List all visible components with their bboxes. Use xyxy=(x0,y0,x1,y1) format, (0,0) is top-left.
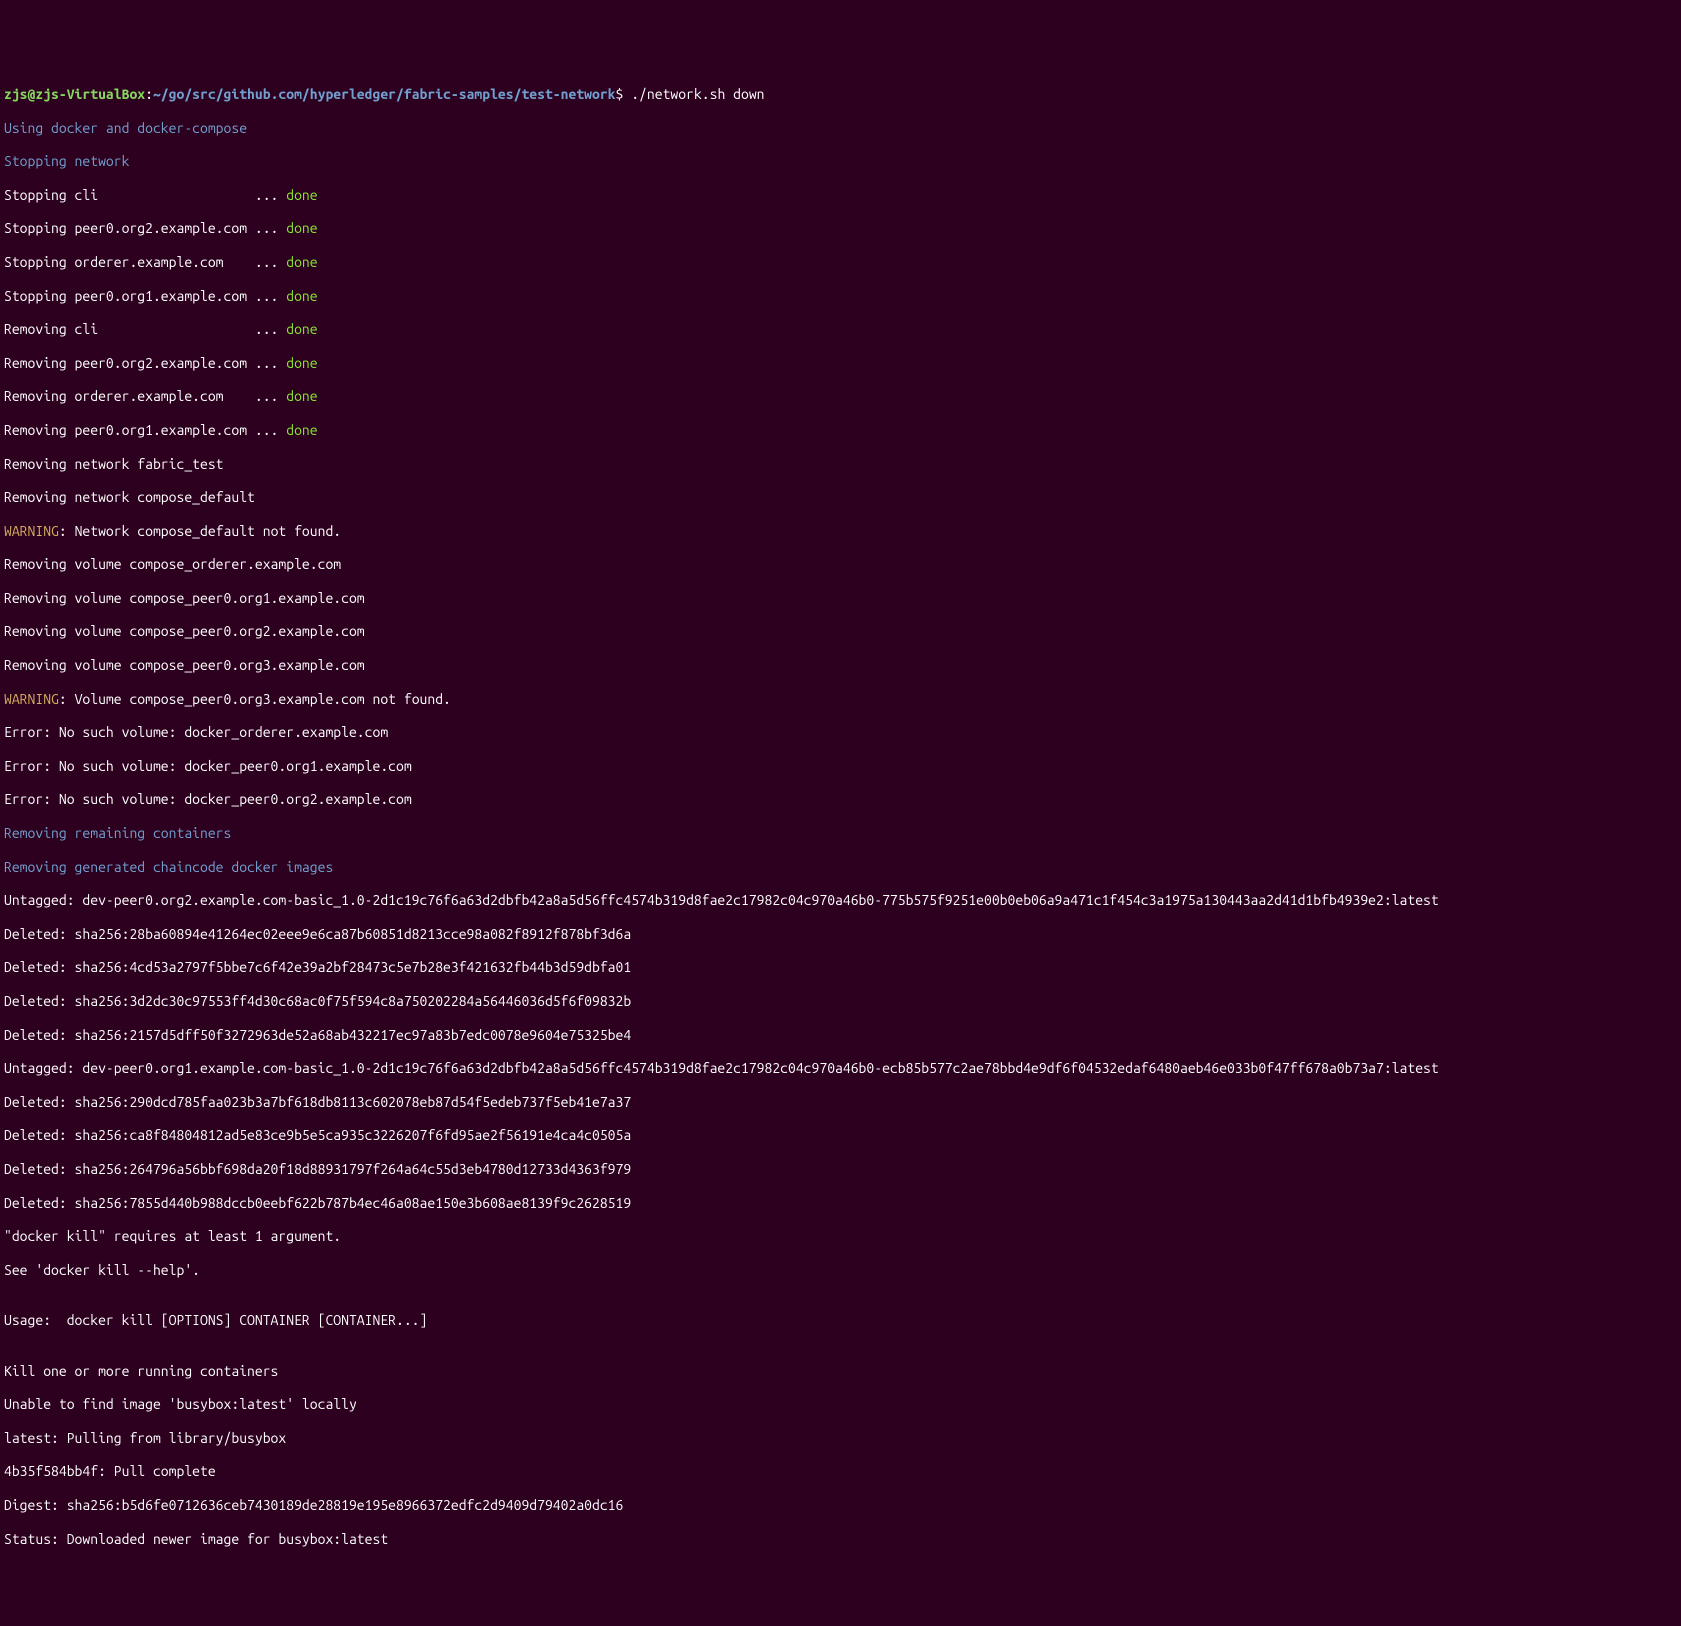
status-text: Removing peer0.org1.example.com ... xyxy=(4,422,286,438)
status-done: done xyxy=(286,388,317,404)
warning-text: : Network compose_default not found. xyxy=(59,523,341,539)
output-line: Untagged: dev-peer0.org1.example.com-bas… xyxy=(4,1060,1677,1077)
output-line: Removing network fabric_test xyxy=(4,456,1677,473)
warning-text: : Volume compose_peer0.org3.example.com … xyxy=(59,691,451,707)
status-done: done xyxy=(286,288,317,304)
output-line: Error: No such volume: docker_peer0.org2… xyxy=(4,791,1677,808)
prompt-user: zjs@zjs-VirtualBox xyxy=(4,86,145,102)
output-line: Stopping cli ... done xyxy=(4,187,1677,204)
output-line: Removing peer0.org1.example.com ... done xyxy=(4,422,1677,439)
output-line: Stopping peer0.org2.example.com ... done xyxy=(4,220,1677,237)
output-line: Kill one or more running containers xyxy=(4,1363,1677,1380)
output-line: Deleted: sha256:290dcd785faa023b3a7bf618… xyxy=(4,1094,1677,1111)
output-line: Removing network compose_default xyxy=(4,489,1677,506)
output-line: Error: No such volume: docker_orderer.ex… xyxy=(4,724,1677,741)
status-text: Stopping peer0.org2.example.com ... xyxy=(4,220,286,236)
output-line: Using docker and docker-compose xyxy=(4,120,1677,137)
output-line: Removing volume compose_peer0.org2.examp… xyxy=(4,623,1677,640)
status-done: done xyxy=(286,422,317,438)
output-line: Deleted: sha256:ca8f84804812ad5e83ce9b5e… xyxy=(4,1127,1677,1144)
output-line: Stopping peer0.org1.example.com ... done xyxy=(4,288,1677,305)
status-text: Stopping orderer.example.com ... xyxy=(4,254,286,270)
output-line: Deleted: sha256:3d2dc30c97553ff4d30c68ac… xyxy=(4,993,1677,1010)
output-line: 4b35f584bb4f: Pull complete xyxy=(4,1463,1677,1480)
prompt-line: zjs@zjs-VirtualBox:~/go/src/github.com/h… xyxy=(4,86,1677,103)
output-line: latest: Pulling from library/busybox xyxy=(4,1430,1677,1447)
prompt-sep: : xyxy=(145,86,153,102)
output-line: Deleted: sha256:7855d440b988dccb0eebf622… xyxy=(4,1195,1677,1212)
status-text: Stopping peer0.org1.example.com ... xyxy=(4,288,286,304)
status-done: done xyxy=(286,220,317,236)
output-line: Removing volume compose_orderer.example.… xyxy=(4,556,1677,573)
output-line: Stopping orderer.example.com ... done xyxy=(4,254,1677,271)
terminal-output[interactable]: zjs@zjs-VirtualBox:~/go/src/github.com/h… xyxy=(4,69,1677,1564)
output-line: Usage: docker kill [OPTIONS] CONTAINER [… xyxy=(4,1312,1677,1329)
output-line: Removing orderer.example.com ... done xyxy=(4,388,1677,405)
output-line: Untagged: dev-peer0.org2.example.com-bas… xyxy=(4,892,1677,909)
output-line: See 'docker kill --help'. xyxy=(4,1262,1677,1279)
output-line: Digest: sha256:b5d6fe0712636ceb7430189de… xyxy=(4,1497,1677,1514)
warning-label: WARNING xyxy=(4,523,59,539)
output-line: Status: Downloaded newer image for busyb… xyxy=(4,1531,1677,1548)
status-text: Removing cli ... xyxy=(4,321,286,337)
command-text: ./network.sh down xyxy=(631,86,764,102)
output-line: WARNING: Network compose_default not fou… xyxy=(4,523,1677,540)
output-line: Deleted: sha256:28ba60894e41264ec02eee9e… xyxy=(4,926,1677,943)
status-text: Removing peer0.org2.example.com ... xyxy=(4,355,286,371)
status-text: Removing orderer.example.com ... xyxy=(4,388,286,404)
output-line: "docker kill" requires at least 1 argume… xyxy=(4,1228,1677,1245)
status-done: done xyxy=(286,187,317,203)
output-line: Removing peer0.org2.example.com ... done xyxy=(4,355,1677,372)
prompt-dollar: $ xyxy=(616,86,632,102)
output-line: Removing cli ... done xyxy=(4,321,1677,338)
output-line: Deleted: sha256:4cd53a2797f5bbe7c6f42e39… xyxy=(4,959,1677,976)
output-line: Deleted: sha256:264796a56bbf698da20f18d8… xyxy=(4,1161,1677,1178)
output-line: Unable to find image 'busybox:latest' lo… xyxy=(4,1396,1677,1413)
status-text: Stopping cli ... xyxy=(4,187,286,203)
status-done: done xyxy=(286,355,317,371)
warning-label: WARNING xyxy=(4,691,59,707)
output-line: Removing remaining containers xyxy=(4,825,1677,842)
output-line: Removing volume compose_peer0.org1.examp… xyxy=(4,590,1677,607)
status-done: done xyxy=(286,254,317,270)
output-line: Removing generated chaincode docker imag… xyxy=(4,859,1677,876)
prompt-path: ~/go/src/github.com/hyperledger/fabric-s… xyxy=(153,86,616,102)
output-line: WARNING: Volume compose_peer0.org3.examp… xyxy=(4,691,1677,708)
output-line: Error: No such volume: docker_peer0.org1… xyxy=(4,758,1677,775)
output-line: Deleted: sha256:2157d5dff50f3272963de52a… xyxy=(4,1027,1677,1044)
output-line: Removing volume compose_peer0.org3.examp… xyxy=(4,657,1677,674)
output-line: Stopping network xyxy=(4,153,1677,170)
status-done: done xyxy=(286,321,317,337)
